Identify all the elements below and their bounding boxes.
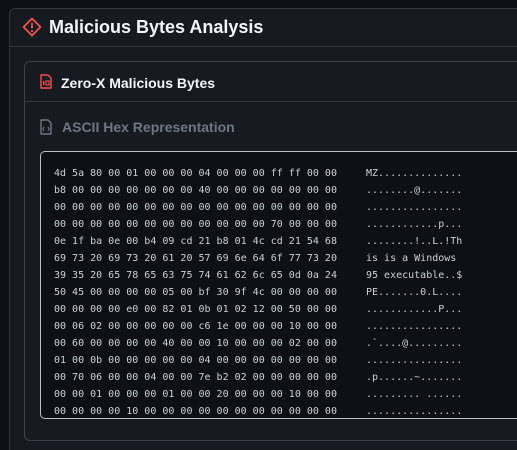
- hex-bytes: 00 00 00 00 10 00 00 00 00 00 00 00 00 0…: [54, 406, 337, 417]
- hex-bytes: 0e 1f ba 0e 00 b4 09 cd 21 b8 01 4c cd 2…: [54, 236, 337, 247]
- hex-ascii: PE.......0.L....: [366, 287, 463, 298]
- hex-bytes: 00 00 01 00 00 00 01 00 00 20 00 00 00 1…: [54, 389, 337, 400]
- hex-ascii: .p......~.......: [366, 372, 463, 383]
- panel-title: Malicious Bytes Analysis: [49, 17, 264, 37]
- hex-ascii: MZ..............: [366, 168, 463, 179]
- card-title: Zero-X Malicious Bytes: [61, 75, 216, 91]
- hex-bytes: 00 00 00 00 00 00 00 00 00 00 00 00 70 0…: [54, 219, 337, 230]
- hex-bytes: 69 73 20 69 73 20 61 20 57 69 6e 64 6f 7…: [54, 253, 337, 264]
- hex-bytes: 00 70 06 00 00 04 00 00 7e b2 02 00 00 0…: [54, 372, 337, 383]
- malicious-bytes-card: Zero-X Malicious Bytes ASCII Hex Represe…: [24, 61, 517, 441]
- file-code-icon: [39, 119, 53, 135]
- hex-bytes: 00 00 00 00 e0 00 82 01 0b 01 02 12 00 5…: [54, 304, 337, 315]
- hex-ascii: ................: [366, 406, 463, 417]
- analysis-panel: Malicious Bytes Analysis Zero-X Maliciou…: [9, 8, 517, 450]
- hex-bytes: 00 06 02 00 00 00 00 00 c6 1e 00 00 00 1…: [54, 321, 337, 332]
- hex-ascii: ........!..L.!Th: [366, 236, 463, 247]
- hex-ascii: ............P...: [366, 304, 463, 315]
- hex-bytes: 00 60 00 00 00 00 40 00 00 10 00 00 00 0…: [54, 338, 337, 349]
- hex-ascii: ................: [366, 202, 463, 213]
- hex-ascii: 95 executable..$: [366, 270, 463, 281]
- card-header: Zero-X Malicious Bytes: [25, 62, 517, 102]
- hex-bytes: b8 00 00 00 00 00 00 00 40 00 00 00 00 0…: [54, 185, 337, 196]
- hex-ascii: ........@.......: [366, 185, 463, 196]
- hex-ascii: ......... ......: [366, 389, 463, 400]
- binary-file-icon: [40, 74, 52, 89]
- hex-bytes: 39 35 20 65 78 65 63 75 74 61 62 6c 65 0…: [54, 270, 337, 281]
- hex-ascii: is is a Windows: [366, 253, 463, 264]
- hex-bytes: 00 00 00 00 00 00 00 00 00 00 00 00 00 0…: [54, 202, 337, 213]
- hex-dump-view[interactable]: 4d 5a 80 00 01 00 00 00 04 00 00 00 ff f…: [40, 151, 517, 419]
- hex-ascii: ................: [366, 355, 463, 366]
- hex-ascii: ................: [366, 321, 463, 332]
- section-label: ASCII Hex Representation: [62, 119, 235, 135]
- hex-ascii: .`....@.........: [366, 338, 463, 349]
- warning-diamond-icon: [22, 17, 42, 37]
- hex-bytes: 01 00 0b 00 00 00 00 00 04 00 00 00 00 0…: [54, 355, 337, 366]
- hex-bytes: 4d 5a 80 00 01 00 00 00 04 00 00 00 ff f…: [54, 168, 337, 179]
- panel-header: Malicious Bytes Analysis: [10, 9, 517, 47]
- page: Malicious Bytes Analysis Zero-X Maliciou…: [0, 0, 517, 450]
- hex-bytes: 50 45 00 00 00 00 05 00 bf 30 9f 4c 00 0…: [54, 287, 337, 298]
- hex-ascii: ............p...: [366, 219, 463, 230]
